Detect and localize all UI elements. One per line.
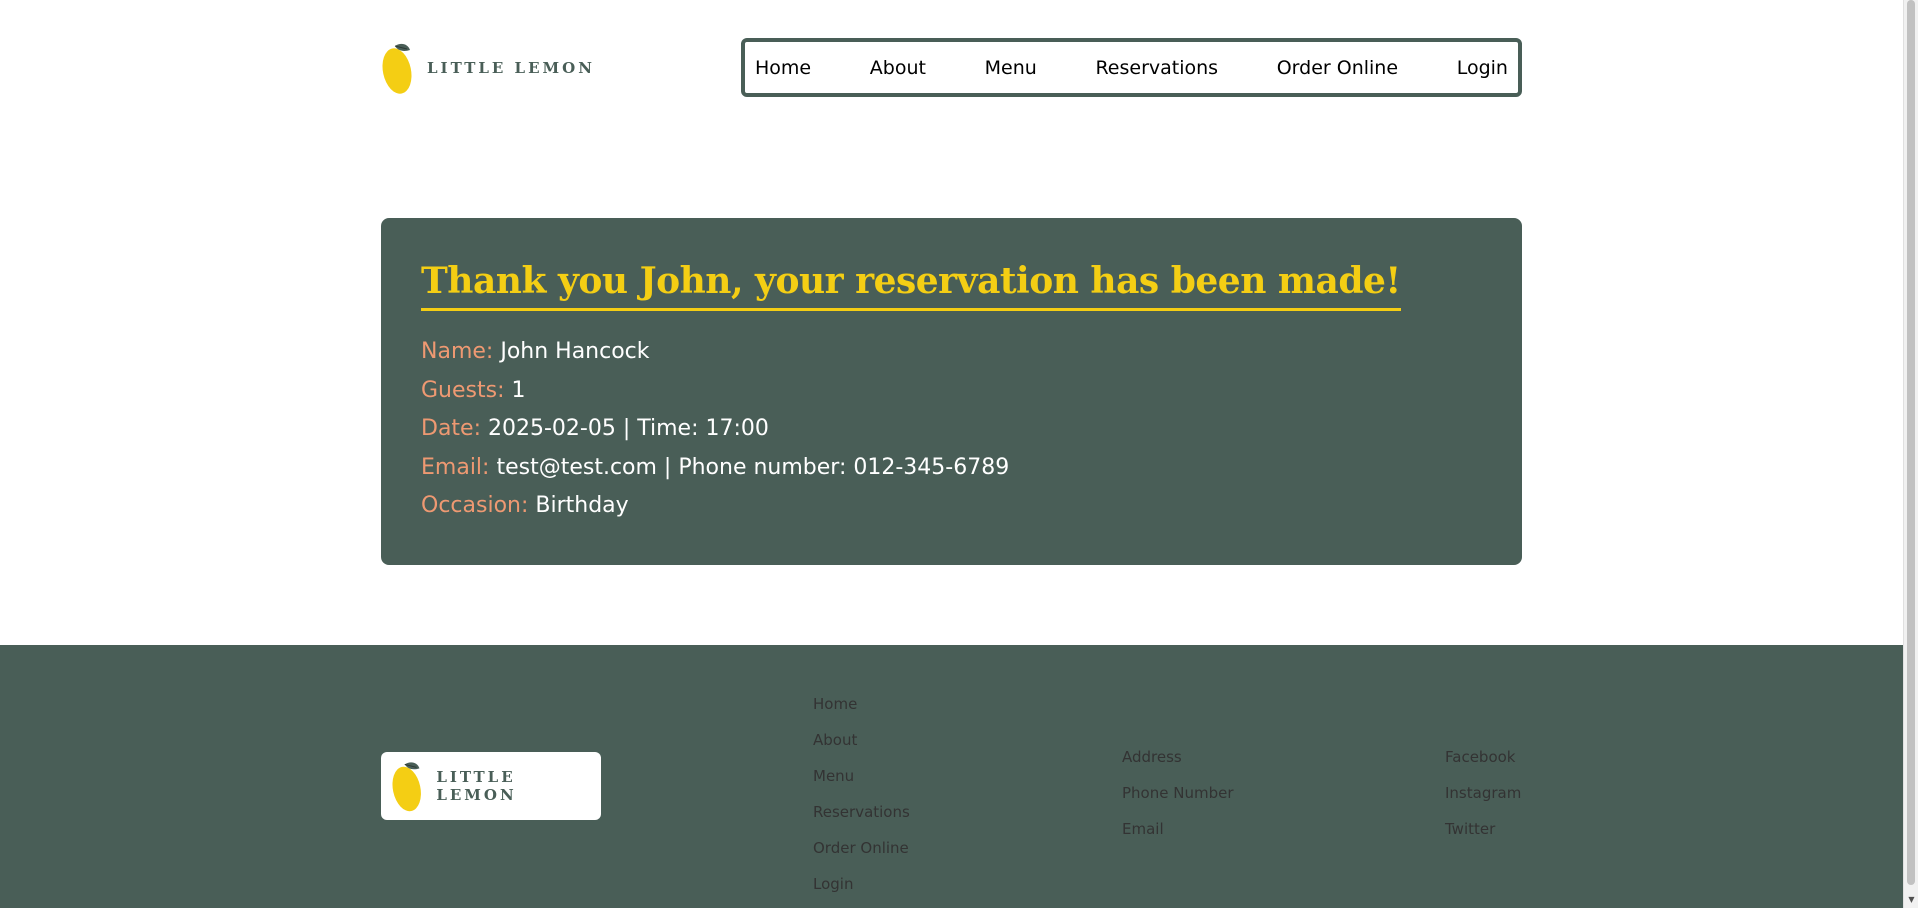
footer-link-twitter[interactable]: Twitter (1445, 811, 1521, 847)
footer-link-about[interactable]: About (813, 722, 910, 758)
nav-about[interactable]: About (870, 57, 926, 79)
footer-link-menu[interactable]: Menu (813, 758, 910, 794)
site-header: LITTLE LEMON Home About Menu Reservation… (381, 38, 1522, 98)
lemon-icon (382, 43, 412, 94)
guests-value: 1 (511, 377, 526, 403)
footer-nav: Home About Menu Reservations Order Onlin… (813, 686, 910, 902)
footer-link-order-online[interactable]: Order Online (813, 830, 910, 866)
nav-menu[interactable]: Menu (985, 57, 1037, 79)
lemon-icon (392, 762, 421, 812)
logo-text: LITTLE LEMON (427, 59, 595, 77)
footer-link-home[interactable]: Home (813, 686, 910, 722)
nav-login[interactable]: Login (1457, 57, 1508, 79)
date-value: 2025-02-05 | Time: 17:00 (488, 416, 769, 441)
footer-link-reservations[interactable]: Reservations (813, 794, 910, 830)
detail-email: Email: test@test.com | Phone number: 012… (421, 449, 1482, 488)
scroll-down-arrow-icon[interactable]: ▼ (1904, 893, 1918, 907)
footer-phone-number: Phone Number (1122, 784, 1234, 802)
site-footer: LITTLE LEMON Home About Menu Reservation… (0, 645, 1903, 908)
name-value: John Hancock (500, 339, 650, 364)
reservation-confirmation-card: Thank you John, your reservation has bee… (381, 218, 1522, 565)
nav-reservations[interactable]: Reservations (1095, 57, 1218, 79)
footer-logo-text: LITTLE LEMON (436, 768, 517, 804)
footer-link-instagram[interactable]: Instagram (1445, 775, 1521, 811)
detail-date: Date: 2025-02-05 | Time: 17:00 (421, 410, 1482, 449)
footer-link-login[interactable]: Login (813, 866, 910, 902)
nav-home[interactable]: Home (755, 57, 811, 79)
footer-social: Facebook Instagram Twitter (1445, 739, 1521, 847)
occasion-value: Birthday (535, 493, 629, 518)
footer-address: Address (1122, 748, 1182, 766)
email-value: test@test.com | Phone number: 012-345-67… (496, 454, 1010, 480)
occasion-label: Occasion: (421, 493, 529, 518)
header-logo[interactable]: LITTLE LEMON (381, 40, 595, 96)
confirmation-title: Thank you John, your reservation has bee… (421, 260, 1401, 311)
name-label: Name: (421, 339, 494, 364)
footer-link-facebook[interactable]: Facebook (1445, 739, 1521, 775)
footer-email: Email (1122, 820, 1164, 838)
guests-label: Guests: (421, 377, 505, 403)
footer-contact: Address Phone Number Email (1122, 739, 1234, 847)
scrollbar-thumb[interactable] (1907, 0, 1915, 885)
reservation-details: Name: John Hancock Guests: 1 Date: 2025-… (421, 333, 1482, 526)
page: LITTLE LEMON Home About Menu Reservation… (0, 0, 1903, 908)
footer-logo[interactable]: LITTLE LEMON (381, 752, 601, 820)
date-label: Date: (421, 416, 481, 441)
detail-occasion: Occasion: Birthday (421, 487, 1482, 526)
email-label: Email: (421, 454, 490, 480)
detail-name: Name: John Hancock (421, 333, 1482, 372)
detail-guests: Guests: 1 (421, 372, 1482, 411)
main-nav: Home About Menu Reservations Order Onlin… (741, 38, 1522, 97)
nav-order-online[interactable]: Order Online (1277, 57, 1398, 79)
page-scrollbar[interactable]: ▼ (1903, 0, 1918, 908)
